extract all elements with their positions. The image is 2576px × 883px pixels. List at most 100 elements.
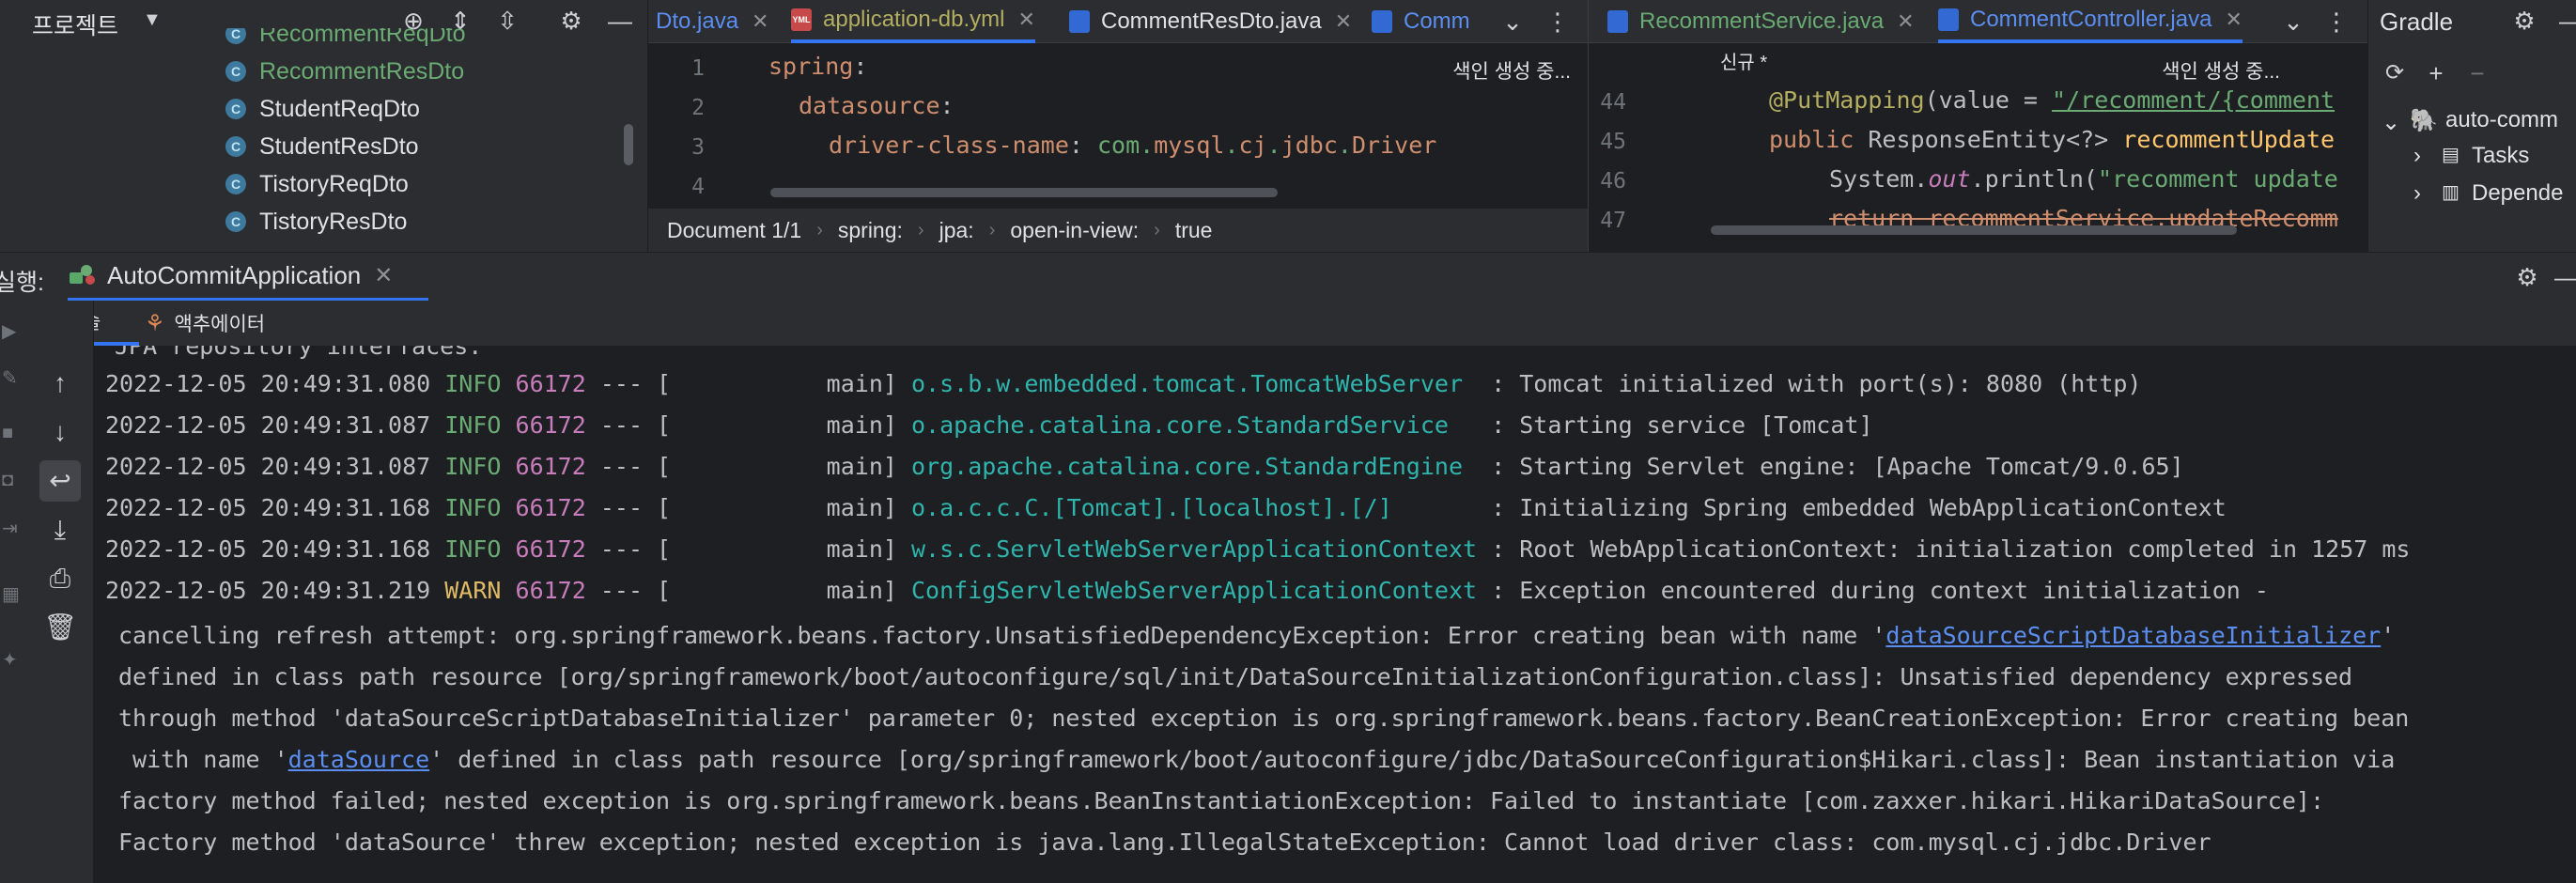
refresh-icon[interactable]: ⟳: [2380, 58, 2410, 88]
tab-actuator[interactable]: ⚘ 액추에이터: [145, 301, 265, 346]
log-pid: 66172: [515, 370, 586, 397]
close-icon[interactable]: ✕: [374, 262, 393, 289]
line-number: 3: [691, 135, 705, 160]
project-tree-item[interactable]: C StudentReqDto: [225, 90, 420, 128]
chevron-down-icon[interactable]: ⌄: [2278, 7, 2308, 37]
code-line-2: datasource:: [799, 92, 954, 119]
breadcrumb-item[interactable]: Document 1/1: [667, 218, 801, 243]
gear-icon[interactable]: ⚙: [2509, 6, 2539, 36]
minimize-icon[interactable]: —: [2556, 6, 2576, 36]
gear-icon[interactable]: ⚙: [2512, 262, 2542, 292]
line-number: 44: [1600, 90, 1626, 115]
log-level: INFO: [444, 535, 502, 563]
project-tree-item[interactable]: C StudentResDto: [225, 128, 419, 165]
trash-icon[interactable]: 🗑: [39, 607, 81, 648]
remove-icon[interactable]: −: [2462, 58, 2492, 88]
log-logger: w.s.c.ServletWebServerApplicationContext: [911, 535, 1478, 563]
tab-dto-java[interactable]: Dto.java ✕: [656, 0, 768, 43]
play-icon[interactable]: ▶: [2, 319, 16, 343]
console-output[interactable]: JPA repository interfaces. 2022-12-05 20…: [94, 346, 2576, 883]
new-file-label: 신규 *: [1720, 53, 1768, 73]
minimize-icon[interactable]: —: [2552, 262, 2576, 292]
tab-label: application-db.yml: [823, 7, 1005, 32]
project-tree: C RecommentReqDto C RecommentResDto C Student…: [0, 28, 629, 252]
gradle-dependencies-item[interactable]: Depende: [2472, 180, 2563, 207]
project-tree-item[interactable]: C TistoryResDto: [225, 203, 407, 240]
close-icon[interactable]: ✕: [1897, 9, 1914, 34]
breadcrumb-item[interactable]: true: [1175, 218, 1213, 243]
log-line: 2022-12-05 20:49:31.168 INFO 66172 --- […: [105, 535, 2411, 563]
tab-commentresdto-java[interactable]: CommentResDto.java ✕: [1069, 0, 1352, 43]
tab-label: RecommentService.java: [1639, 8, 1885, 34]
tab-label: Dto.java: [656, 8, 739, 34]
gradle-tasks-item[interactable]: Tasks: [2472, 143, 2529, 169]
dependencies-icon: ▥: [2442, 182, 2460, 203]
arrow-up-icon[interactable]: ↑: [39, 363, 81, 404]
project-tree-item[interactable]: C RecommentResDto: [225, 53, 464, 90]
print-icon[interactable]: ⎙: [39, 558, 81, 599]
run-tab-label: AutoCommitApplication: [107, 260, 362, 289]
tab-application-db-yml[interactable]: YML application-db.yml ✕: [791, 0, 1035, 43]
gradle-project-item[interactable]: auto-comm: [2445, 107, 2558, 133]
log-continuation: through method 'dataSourceScriptDatabase…: [118, 705, 2410, 732]
log-message: Starting service [Tomcat]: [1519, 411, 1873, 439]
breadcrumb-item[interactable]: spring:: [838, 218, 903, 243]
log-line: 2022-12-05 20:49:31.219 WARN 66172 --- […: [105, 577, 2269, 604]
project-tree-item[interactable]: C TistoryReqDto: [225, 165, 409, 203]
scroll-to-end-icon[interactable]: ⤓: [39, 509, 81, 550]
java-code[interactable]: 신규 * 색인 생성 중... 44 45 46 47 @PutMapping(…: [1589, 43, 2368, 231]
project-panel: 프로젝트 ▼ ⊕ ⇕ ⇳ ⚙ — C RecommentReqDto C Recomm…: [0, 0, 648, 252]
class-icon: C: [225, 136, 246, 157]
close-icon[interactable]: ✕: [752, 9, 768, 34]
wrench-icon[interactable]: ✎: [2, 366, 18, 390]
add-icon[interactable]: +: [2421, 58, 2451, 88]
close-icon[interactable]: ✕: [2225, 8, 2242, 32]
soft-wrap-icon[interactable]: ↩: [39, 460, 81, 502]
code-token: (value =: [1924, 86, 2053, 114]
close-icon[interactable]: ✕: [1017, 8, 1034, 32]
log-message: Tomcat initialized with port(s): 8080 (h…: [1519, 370, 2142, 397]
log-timestamp: 2022-12-05 20:49:31.168: [105, 535, 431, 563]
editor-hscrollbar[interactable]: [1711, 225, 2237, 235]
chevron-right-icon[interactable]: ›: [2413, 143, 2421, 169]
breadcrumb-item[interactable]: open-in-view:: [1010, 218, 1139, 243]
code-token: System.: [1829, 165, 1929, 193]
more-icon[interactable]: ⋮: [1543, 7, 1573, 37]
line-number: 1: [691, 56, 705, 81]
layout-icon[interactable]: ▦: [2, 582, 20, 606]
chevron-down-icon[interactable]: ⌄: [1497, 7, 1528, 37]
more-icon[interactable]: ⋮: [2321, 7, 2351, 37]
project-scrollbar[interactable]: [624, 124, 633, 165]
chevron-down-icon[interactable]: ⌄: [2382, 109, 2400, 136]
bean-link[interactable]: dataSource: [288, 746, 430, 773]
chevron-right-icon[interactable]: ›: [2413, 180, 2421, 207]
arrow-down-icon[interactable]: ↓: [39, 411, 81, 453]
log-logger: o.s.b.w.embedded.tomcat.TomcatWebServer: [911, 370, 1478, 397]
code-line-46: System.out.println("recomment update: [1829, 165, 2338, 193]
yaml-code[interactable]: 색인 생성 중... 1 2 3 4 spring: datasource: d…: [648, 43, 1588, 201]
login-icon[interactable]: ⇥: [2, 517, 18, 540]
tab-comm[interactable]: Comm: [1372, 0, 1470, 43]
log-thread: main: [826, 453, 883, 480]
tab-recommentservice-java[interactable]: RecommentService.java ✕: [1607, 0, 1915, 43]
close-icon[interactable]: ✕: [1335, 9, 1352, 34]
stop-icon[interactable]: ■: [2, 423, 13, 444]
camera-icon[interactable]: ◘: [2, 470, 13, 491]
breadcrumb-item[interactable]: jpa:: [939, 218, 974, 243]
code-line-3: driver-class-name: com.mysql.cj.jdbc.Dri…: [829, 132, 1437, 159]
editor-hscrollbar[interactable]: [770, 188, 1278, 197]
left-tool-strip: ▶ ✎ ■ ◘ ⇥ ▦ ✦: [0, 301, 26, 883]
actuator-icon: ⚘: [145, 310, 165, 336]
log-thread: main: [826, 535, 883, 563]
java-file-icon: [1938, 8, 1959, 31]
project-tree-item[interactable]: C RecommentReqDto: [225, 28, 466, 53]
code-line-1: spring:: [768, 53, 868, 80]
log-logger: o.a.c.c.C.[Tomcat].[localhost].[/]: [911, 494, 1478, 521]
method-name: recommentUpdate: [2122, 126, 2335, 153]
run-tab[interactable]: AutoCommitApplication ✕: [68, 253, 428, 302]
pin-icon[interactable]: ✦: [2, 648, 18, 672]
tab-commentcontroller-java[interactable]: CommentController.java ✕: [1938, 0, 2242, 43]
spring-app-icon: [70, 265, 95, 285]
line-number: 4: [691, 175, 705, 199]
bean-link[interactable]: dataSourceScriptDatabaseInitializer: [1885, 622, 2381, 649]
